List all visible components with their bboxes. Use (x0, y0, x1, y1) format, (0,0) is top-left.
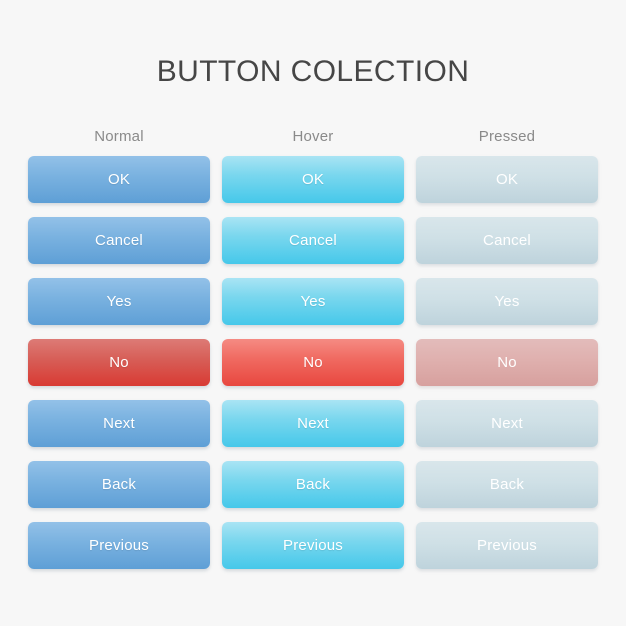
button-label: OK (495, 171, 519, 188)
button-label: Next (103, 415, 135, 432)
button-label: Back (101, 476, 137, 493)
button-next-hover[interactable]: Next (222, 400, 404, 447)
button-grid: Normal Hover Pressed OK OK OK Cancel Can… (28, 120, 598, 569)
button-no-hover[interactable]: No (222, 339, 404, 386)
button-row: Next Next Next (28, 400, 598, 447)
button-yes-pressed[interactable]: Yes (416, 278, 598, 325)
button-previous-pressed[interactable]: Previous (416, 522, 598, 569)
button-label: Next (491, 415, 523, 432)
button-back-normal[interactable]: Back (28, 461, 210, 508)
button-row: No No No (28, 339, 598, 386)
button-cancel-pressed[interactable]: Cancel (416, 217, 598, 264)
button-label: Next (297, 415, 329, 432)
button-label: Yes (106, 293, 132, 310)
button-row: OK OK OK (28, 156, 598, 203)
button-yes-normal[interactable]: Yes (28, 278, 210, 325)
button-label: Yes (494, 293, 520, 310)
button-label: No (303, 354, 323, 371)
button-next-normal[interactable]: Next (28, 400, 210, 447)
column-header-pressed: Pressed (478, 127, 536, 145)
button-label: Back (489, 476, 525, 493)
button-next-pressed[interactable]: Next (416, 400, 598, 447)
button-ok-normal[interactable]: OK (28, 156, 210, 203)
button-previous-normal[interactable]: Previous (28, 522, 210, 569)
column-header-hover: Hover (292, 127, 334, 145)
button-label: Previous (477, 537, 537, 554)
button-label: Previous (89, 537, 149, 554)
column-header-row: Normal Hover Pressed (28, 120, 598, 152)
column-header-normal: Normal (94, 127, 144, 145)
button-label: Yes (300, 293, 326, 310)
button-label: No (109, 354, 129, 371)
button-back-pressed[interactable]: Back (416, 461, 598, 508)
button-label: No (497, 354, 517, 371)
button-label: Cancel (95, 232, 143, 249)
button-no-pressed[interactable]: No (416, 339, 598, 386)
button-row: Back Back Back (28, 461, 598, 508)
button-cancel-normal[interactable]: Cancel (28, 217, 210, 264)
page-title: BUTTON COLECTION (156, 55, 470, 88)
button-cancel-hover[interactable]: Cancel (222, 217, 404, 264)
button-label: Cancel (483, 232, 531, 249)
button-collection-page: BUTTON COLECTION Normal Hover Pressed OK… (0, 0, 626, 626)
button-label: Cancel (289, 232, 337, 249)
button-ok-hover[interactable]: OK (222, 156, 404, 203)
button-label: OK (107, 171, 131, 188)
button-label: Previous (283, 537, 343, 554)
button-label: Back (295, 476, 331, 493)
button-row: Previous Previous Previous (28, 522, 598, 569)
button-yes-hover[interactable]: Yes (222, 278, 404, 325)
button-row: Yes Yes Yes (28, 278, 598, 325)
button-label: OK (301, 171, 325, 188)
button-previous-hover[interactable]: Previous (222, 522, 404, 569)
button-no-normal[interactable]: No (28, 339, 210, 386)
button-row: Cancel Cancel Cancel (28, 217, 598, 264)
button-ok-pressed[interactable]: OK (416, 156, 598, 203)
button-back-hover[interactable]: Back (222, 461, 404, 508)
